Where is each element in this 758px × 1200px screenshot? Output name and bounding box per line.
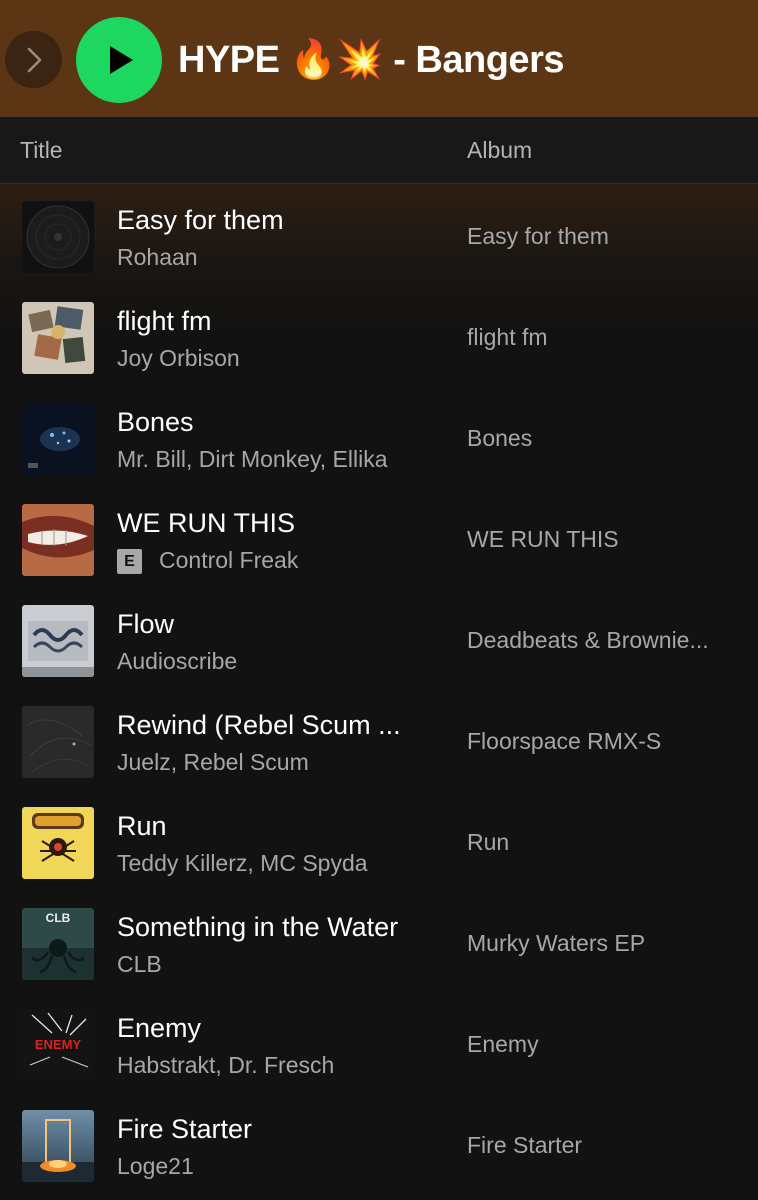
track-title[interactable]: Bones (117, 406, 194, 438)
track-title[interactable]: WE RUN THIS (117, 507, 295, 539)
playlist-title: HYPE 🔥💥 - Bangers (178, 39, 565, 81)
playlist-view: HYPE 🔥💥 - Bangers Title Album Easy for t… (0, 0, 758, 1200)
track-row[interactable]: Bones Mr. Bill, Dirt Monkey, Ellika Bone… (0, 386, 758, 487)
track-album[interactable]: Murky Waters EP (467, 929, 645, 957)
album-cover (22, 201, 94, 273)
track-album[interactable]: Easy for them (467, 222, 609, 250)
track-row[interactable]: flight fm Joy Orbison flight fm (0, 285, 758, 386)
track-row[interactable]: Fire Starter Loge21 Fire Starter (0, 1093, 758, 1194)
play-icon (110, 46, 133, 74)
column-header-row: Title Album (0, 117, 758, 184)
album-cover (22, 706, 94, 778)
track-row[interactable]: ENEMY Enemy Habstrakt, Dr. Fresch Enemy (0, 992, 758, 1093)
track-album[interactable]: Enemy (467, 1030, 539, 1058)
explicit-badge: E (117, 549, 142, 574)
track-row[interactable]: CLB Something in the Water CLB Murky Wat… (0, 891, 758, 992)
album-cover (22, 504, 94, 576)
track-artist[interactable]: Mr. Bill, Dirt Monkey, Ellika (117, 445, 388, 473)
expand-button[interactable] (5, 31, 62, 88)
track-album[interactable]: Bones (467, 424, 532, 452)
track-title[interactable]: Run (117, 810, 167, 842)
album-cover (22, 605, 94, 677)
track-title[interactable]: Something in the Water (117, 911, 398, 943)
track-artist[interactable]: Audioscribe (117, 647, 237, 675)
track-row[interactable]: Rewind (Rebel Scum ... Juelz, Rebel Scum… (0, 689, 758, 790)
track-row[interactable]: Run Teddy Killerz, MC Spyda Run (0, 790, 758, 891)
album-cover (22, 1110, 94, 1182)
album-cover (22, 807, 94, 879)
column-header-album[interactable]: Album (467, 137, 532, 164)
column-header-title[interactable]: Title (20, 137, 63, 164)
chevron-right-icon (27, 47, 41, 72)
cover-label: CLB (46, 911, 71, 925)
album-cover (22, 302, 94, 374)
play-button[interactable] (76, 17, 162, 103)
album-cover (22, 403, 94, 475)
track-list: Easy for them Rohaan Easy for them fligh… (0, 184, 758, 1200)
album-cover: CLB (22, 908, 94, 980)
track-artist-name[interactable]: Control Freak (159, 547, 298, 573)
track-album[interactable]: Run (467, 828, 509, 856)
track-artist[interactable]: Rohaan (117, 243, 198, 271)
track-title[interactable]: Easy for them (117, 204, 284, 236)
track-title[interactable]: flight fm (117, 305, 212, 337)
track-album[interactable]: Deadbeats & Brownie... (467, 626, 709, 654)
track-title[interactable]: Enemy (117, 1012, 201, 1044)
track-artist[interactable]: Loge21 (117, 1152, 194, 1180)
track-artist[interactable]: Habstrakt, Dr. Fresch (117, 1051, 334, 1079)
track-artist[interactable]: CLB (117, 950, 162, 978)
track-title[interactable]: Fire Starter (117, 1113, 252, 1145)
cover-label: ENEMY (35, 1037, 82, 1052)
track-album[interactable]: Fire Starter (467, 1131, 582, 1159)
track-row[interactable]: Flow Audioscribe Deadbeats & Brownie... (0, 588, 758, 689)
track-album[interactable]: flight fm (467, 323, 548, 351)
track-artist[interactable]: Joy Orbison (117, 344, 240, 372)
track-album[interactable]: Floorspace RMX-S (467, 727, 661, 755)
track-artist[interactable]: E Control Freak (117, 546, 298, 574)
playlist-header: HYPE 🔥💥 - Bangers (0, 0, 758, 117)
track-artist[interactable]: Juelz, Rebel Scum (117, 748, 309, 776)
track-title[interactable]: Rewind (Rebel Scum ... (117, 709, 401, 741)
album-cover: ENEMY (22, 1009, 94, 1081)
track-album[interactable]: WE RUN THIS (467, 525, 619, 553)
track-title[interactable]: Flow (117, 608, 174, 640)
track-artist[interactable]: Teddy Killerz, MC Spyda (117, 849, 368, 877)
track-row[interactable]: WE RUN THIS E Control Freak WE RUN THIS (0, 487, 758, 588)
track-row[interactable]: Easy for them Rohaan Easy for them (0, 184, 758, 285)
